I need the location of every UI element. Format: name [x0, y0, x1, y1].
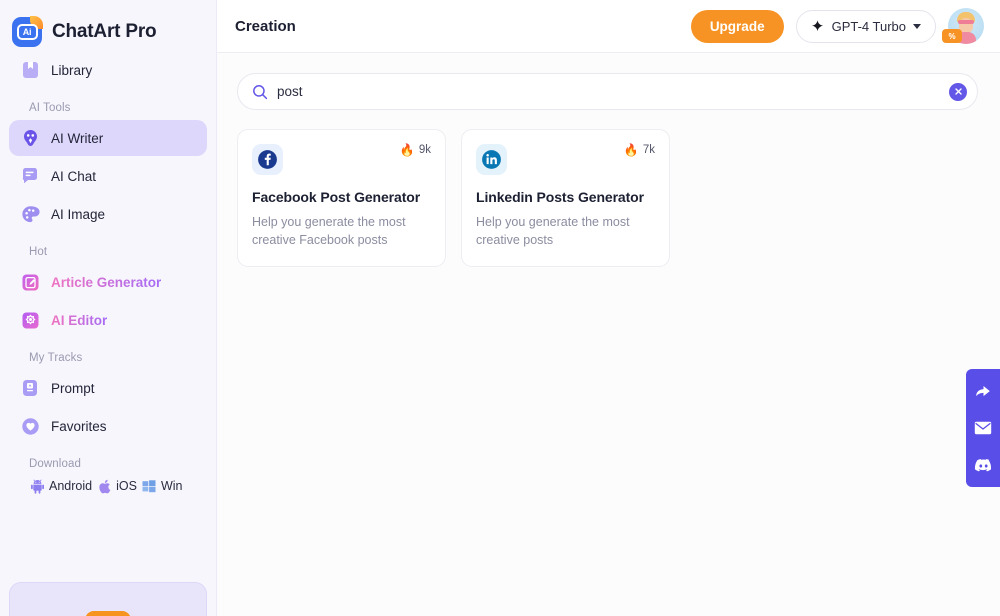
sidebar-group-title-ai-tools: AI Tools — [29, 102, 71, 114]
chat-bubble-icon — [20, 166, 40, 186]
popularity-badge: 🔥 9k — [400, 144, 431, 156]
model-selector[interactable]: GPT-4 Turbo — [795, 9, 936, 43]
sidebar-item-label: Prompt — [51, 380, 95, 396]
sidebar-item-label: Library — [51, 62, 93, 78]
sidebar-group-title-hot: Hot — [29, 246, 48, 258]
top-bar: Creation Upgrade GPT-4 Turbo % — [217, 0, 1000, 53]
card-facebook-post-generator[interactable]: 🔥 9k Facebook Post Generator Help you ge… — [237, 129, 446, 267]
sidebar-item-label: AI Editor — [51, 312, 108, 328]
sidebar-item-ai-editor[interactable]: AI Editor — [9, 302, 207, 338]
flame-icon: 🔥 — [623, 143, 639, 157]
android-icon — [29, 476, 45, 496]
logo-inner-label: Ai — [16, 24, 38, 40]
brand[interactable]: Ai ChatArt Pro — [0, 0, 216, 52]
results-grid: 🔥 9k Facebook Post Generator Help you ge… — [237, 129, 978, 267]
search-input[interactable] — [277, 84, 940, 99]
article-edit-icon — [20, 272, 40, 292]
facebook-icon — [252, 144, 283, 175]
avatar-discount-badge: % — [942, 29, 962, 43]
content-area: 🔥 9k Facebook Post Generator Help you ge… — [217, 53, 1000, 616]
card-description: Help you generate the most creative post… — [476, 215, 630, 247]
sidebar-item-label: AI Image — [51, 206, 106, 222]
sidebar-item-label: AI Writer — [51, 130, 104, 146]
palette-icon — [20, 204, 40, 224]
model-label: GPT-4 Turbo — [831, 18, 906, 34]
card-header: 🔥 9k — [252, 144, 431, 175]
book-icon — [20, 60, 40, 80]
sidebar-item-prompt[interactable]: Prompt — [9, 370, 207, 406]
envelope-icon[interactable] — [973, 418, 993, 438]
avatar-band — [958, 20, 974, 24]
popularity-badge: 🔥 7k — [624, 144, 655, 156]
sidebar-item-label: Article Generator — [51, 274, 162, 290]
main-area: Creation Upgrade GPT-4 Turbo % post 🔥 9k… — [217, 0, 1000, 616]
upgrade-button[interactable]: Upgrade — [690, 9, 784, 43]
windows-icon — [142, 476, 157, 496]
avatar[interactable]: % — [942, 8, 984, 44]
card-title: Facebook Post Generator — [252, 189, 421, 205]
sidebar-item-library[interactable]: Library — [9, 52, 207, 88]
close-icon[interactable] — [949, 82, 967, 101]
sidebar-item-ai-image[interactable]: AI Image — [9, 196, 207, 232]
download-row: Android iOS Win — [9, 476, 207, 496]
sidebar-group-title-my-tracks: My Tracks — [29, 352, 83, 364]
promo-pill-accent — [85, 611, 131, 616]
prompt-card-icon — [20, 378, 40, 398]
sidebar-item-ai-writer[interactable]: AI Writer — [9, 120, 207, 156]
discord-icon[interactable] — [973, 455, 993, 475]
sidebar-promo-card[interactable] — [9, 582, 207, 616]
card-linkedin-posts-generator[interactable]: 🔥 7k Linkedin Posts Generator Help you g… — [461, 129, 670, 267]
page-title: Creation — [235, 17, 296, 35]
sidebar-item-article-generator[interactable]: Article Generator — [9, 264, 207, 300]
sidebar-item-label: Favorites — [51, 418, 107, 434]
sidebar-item-favorites[interactable]: Favorites — [9, 408, 207, 444]
search-icon — [252, 84, 268, 100]
app-root: Ai ChatArt Pro Library AI Tools AI Write… — [0, 0, 1000, 616]
sidebar-nav: Library AI Tools AI Writer AI Chat AI Im… — [0, 52, 216, 496]
popularity-count: 9k — [418, 144, 431, 156]
sidebar: Ai ChatArt Pro Library AI Tools AI Write… — [0, 0, 217, 616]
card-description: Help you generate the most creative Face… — [252, 215, 406, 247]
card-title: Linkedin Posts Generator — [476, 189, 644, 205]
download-ios-label: iOS — [116, 479, 137, 493]
pen-nib-icon — [20, 128, 40, 148]
sidebar-group-title-download: Download — [29, 458, 81, 470]
linkedin-icon — [476, 144, 507, 175]
gear-sparkle-icon — [20, 310, 40, 330]
download-win-button[interactable]: Win — [142, 476, 183, 496]
popularity-count: 7k — [642, 144, 655, 156]
chevron-down-icon — [913, 23, 921, 29]
sidebar-item-label: AI Chat — [51, 168, 97, 184]
download-android-button[interactable]: Android — [29, 476, 92, 496]
brand-name: ChatArt Pro — [52, 21, 157, 42]
apple-icon — [97, 476, 112, 496]
download-win-label: Win — [160, 479, 183, 493]
search-bar[interactable] — [237, 73, 978, 110]
flame-icon: 🔥 — [399, 143, 415, 157]
chatart-logo-icon: Ai — [12, 16, 43, 47]
sparkle-icon — [811, 19, 825, 33]
download-android-label: Android — [49, 479, 93, 493]
download-ios-button[interactable]: iOS — [97, 476, 137, 496]
card-header: 🔥 7k — [476, 144, 655, 175]
share-arrow-icon[interactable] — [973, 381, 993, 401]
heart-circle-icon — [20, 416, 40, 436]
floating-action-rail — [966, 369, 1000, 487]
sidebar-item-ai-chat[interactable]: AI Chat — [9, 158, 207, 194]
